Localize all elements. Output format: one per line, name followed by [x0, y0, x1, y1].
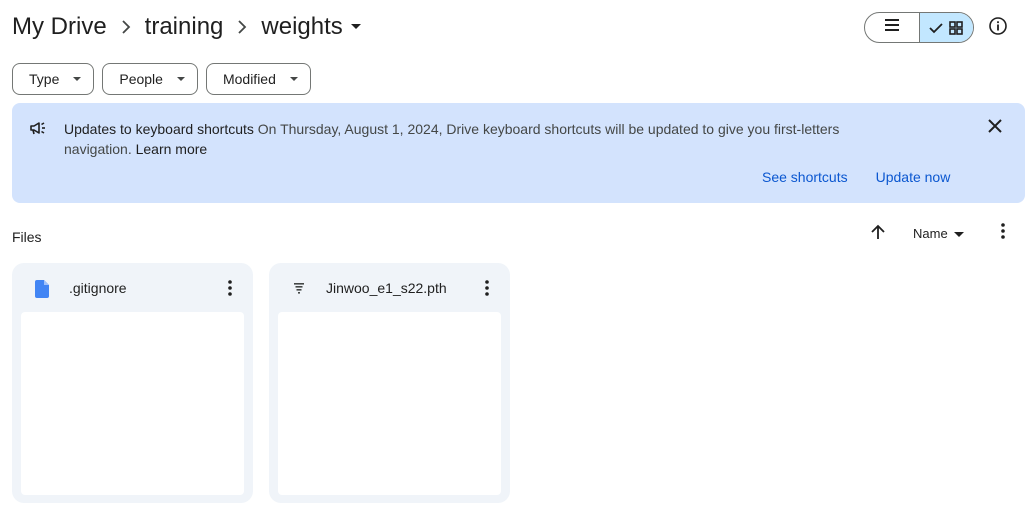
banner-actions: See shortcuts Update now — [762, 169, 950, 185]
grid-icon — [949, 20, 964, 35]
file-more-button[interactable] — [219, 277, 241, 299]
view-toggle — [864, 12, 974, 43]
dropdown-arrow-icon — [73, 77, 82, 81]
more-vert-icon — [1001, 222, 1005, 244]
file-name: Jinwoo_e1_s22.pth — [326, 280, 447, 296]
dropdown-arrow-icon — [953, 231, 964, 237]
files-section-label: Files — [12, 229, 42, 245]
dropdown-arrow-icon — [289, 77, 298, 81]
sort-by-label: Name — [913, 225, 948, 241]
more-options-button[interactable] — [992, 222, 1014, 244]
breadcrumb-training[interactable]: training — [145, 8, 224, 46]
chevron-right-icon — [223, 20, 261, 34]
arrow-up-icon — [871, 224, 885, 245]
filter-modified-chip[interactable]: Modified — [205, 63, 311, 95]
info-button[interactable] — [984, 14, 1012, 42]
file-thumbnail[interactable] — [278, 312, 501, 495]
learn-more-link[interactable]: Learn more — [136, 141, 208, 157]
breadcrumb: My Drive training weights — [12, 8, 361, 46]
banner-title: Updates to keyboard shortcuts — [64, 121, 254, 137]
filter-people-label: People — [119, 71, 163, 87]
file-thumbnail[interactable] — [21, 312, 244, 495]
shortcuts-update-banner: Updates to keyboard shortcuts On Thursda… — [12, 103, 1025, 203]
file-name: .gitignore — [69, 280, 127, 296]
info-icon — [988, 16, 1008, 41]
update-now-button[interactable]: Update now — [876, 169, 951, 185]
chevron-right-icon — [107, 20, 145, 34]
caret-down-icon — [350, 24, 361, 30]
file-more-button[interactable] — [476, 277, 498, 299]
check-icon — [929, 22, 943, 34]
current-folder-label: weights — [261, 13, 343, 40]
file-card[interactable]: Jinwoo_e1_s22.pth — [269, 263, 510, 503]
dropdown-arrow-icon — [176, 77, 185, 81]
list-icon — [884, 18, 900, 37]
close-icon — [988, 118, 1002, 138]
see-shortcuts-button[interactable]: See shortcuts — [762, 169, 848, 185]
filter-type-chip[interactable]: Type — [12, 63, 95, 95]
breadcrumb-current-folder[interactable]: weights — [261, 13, 361, 41]
filter-chips: Type People Modified — [12, 63, 311, 95]
list-view-button[interactable] — [865, 13, 919, 42]
sort-direction-button[interactable] — [866, 222, 890, 246]
sort-by-dropdown[interactable]: Name — [913, 223, 964, 243]
banner-message: Updates to keyboard shortcuts On Thursda… — [64, 119, 884, 159]
filter-type-label: Type — [29, 71, 60, 87]
breadcrumb-my-drive[interactable]: My Drive — [12, 8, 107, 46]
close-banner-button[interactable] — [984, 117, 1006, 139]
file-card[interactable]: .gitignore — [12, 263, 253, 503]
binary-file-icon — [289, 279, 309, 299]
grid-view-button[interactable] — [918, 13, 973, 42]
megaphone-icon — [28, 118, 48, 143]
filter-people-chip[interactable]: People — [102, 63, 198, 95]
doc-icon — [32, 279, 52, 299]
filter-modified-label: Modified — [222, 71, 276, 87]
